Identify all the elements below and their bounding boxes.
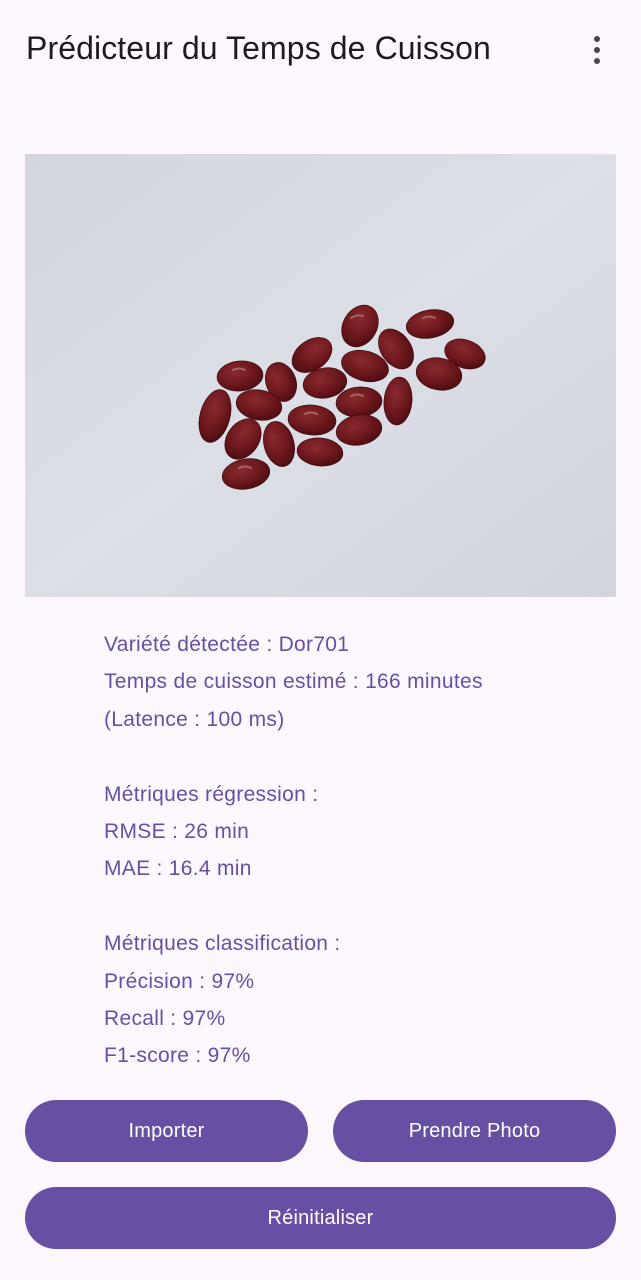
app-title: Prédicteur du Temps de Cuisson — [26, 30, 491, 66]
app-bar: Prédicteur du Temps de Cuisson — [0, 0, 641, 100]
f1-text: F1-score : 97% — [104, 1044, 251, 1068]
classification-header: Métriques classification : — [104, 932, 341, 956]
take-photo-button[interactable]: Prendre Photo — [333, 1100, 616, 1162]
regression-header: Métriques régression : — [104, 782, 319, 806]
reset-button[interactable]: Réinitialiser — [25, 1187, 616, 1249]
variety-text: Variété détectée : Dor701 — [104, 633, 350, 656]
bean-photo — [25, 154, 616, 597]
import-button[interactable]: Importer — [25, 1100, 308, 1162]
recall-text: Recall : 97% — [104, 1006, 226, 1030]
results-panel: Variété détectée : Dor701 Temps de cuiss… — [104, 626, 604, 1075]
rmse-text: RMSE : 26 min — [104, 819, 250, 843]
precision-text: Précision : 97% — [104, 969, 255, 993]
more-vert-icon[interactable] — [580, 28, 614, 72]
latency-text: (Latence : 100 ms) — [104, 707, 285, 731]
mae-text: MAE : 16.4 min — [104, 857, 252, 881]
cook-time-text: Temps de cuisson estimé : 166 minutes — [104, 670, 483, 694]
